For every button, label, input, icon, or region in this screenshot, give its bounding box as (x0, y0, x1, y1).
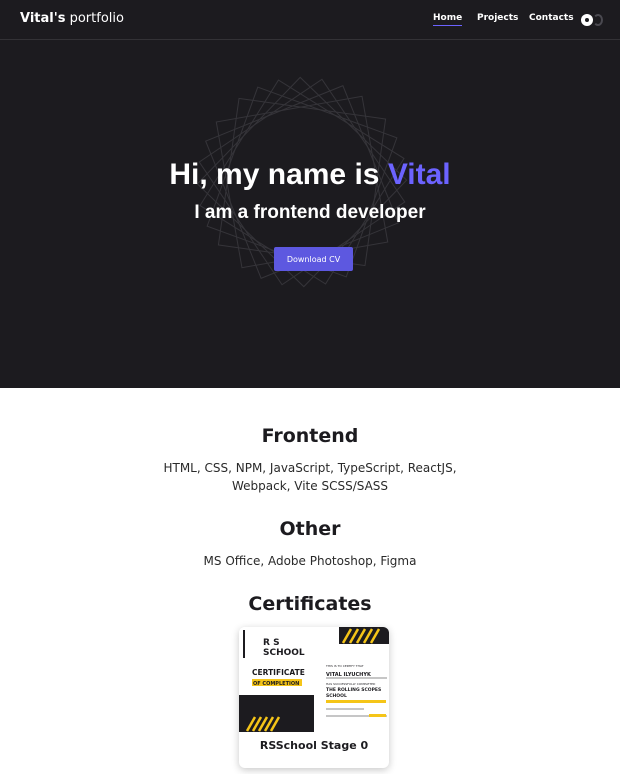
theme-toggle[interactable] (581, 13, 603, 27)
hero-section: Hi, my name is Vital I am a frontend dev… (0, 40, 620, 388)
brand-suffix: portfolio (69, 11, 124, 26)
site-header: Vital's portfolio Home Projects Contacts (0, 0, 620, 40)
moon-icon (593, 14, 603, 26)
cert-awarded-label: THIS IS TO CERTIFY THAT (325, 664, 364, 668)
hero-title: Hi, my name is Vital (0, 158, 620, 192)
other-skills-text: MS Office, Adobe Photoshop, Figma (0, 552, 620, 570)
section-title-frontend: Frontend (261, 425, 359, 447)
nav-contacts[interactable]: Contacts (529, 13, 574, 23)
sun-icon (581, 14, 593, 26)
certificate-image: R S SCHOOL CERTIFICATE OF COMPLETION THI… (239, 627, 389, 732)
download-cv-button[interactable]: Download CV (274, 247, 353, 271)
cert-recipient: VITAL ILYUCHYK (326, 672, 372, 678)
brand-name: Vital's (20, 11, 66, 26)
other-skills-line: MS Office, Adobe Photoshop, Figma (203, 554, 417, 568)
frontend-skills-line: HTML, CSS, NPM, JavaScript, TypeScript, … (163, 461, 457, 475)
cert-school-line2: SCHOOL (326, 693, 347, 699)
cert-heading: CERTIFICATE (252, 668, 305, 677)
hero-title-name: Vital (387, 158, 451, 191)
cert-logo-line1: R S (263, 638, 280, 648)
frontend-skills-line: Webpack, Vite SCSS/SASS (231, 479, 389, 493)
nav-projects[interactable]: Projects (477, 13, 518, 23)
certificate-caption: RSSchool Stage 0 (259, 739, 369, 752)
hero-title-prefix: Hi, my name is (169, 158, 380, 191)
nav-home[interactable]: Home (433, 13, 463, 26)
cert-school-label: HAS SUCCESSFULLY COMPLETED (326, 682, 376, 686)
cert-school-line1: THE ROLLING SCOPES (326, 687, 381, 693)
hero-subtitle: I am a frontend developer (194, 202, 426, 223)
section-title-other: Other (279, 518, 341, 540)
certificate-card[interactable]: R S SCHOOL CERTIFICATE OF COMPLETION THI… (239, 627, 389, 768)
cert-logo-line2: SCHOOL (263, 648, 305, 658)
frontend-skills-text: HTML, CSS, NPM, JavaScript, TypeScript, … (0, 459, 620, 495)
cert-subheading: OF COMPLETION (253, 681, 299, 687)
brand-logo[interactable]: Vital's portfolio (20, 11, 124, 26)
section-title-certificates: Certificates (248, 593, 372, 615)
